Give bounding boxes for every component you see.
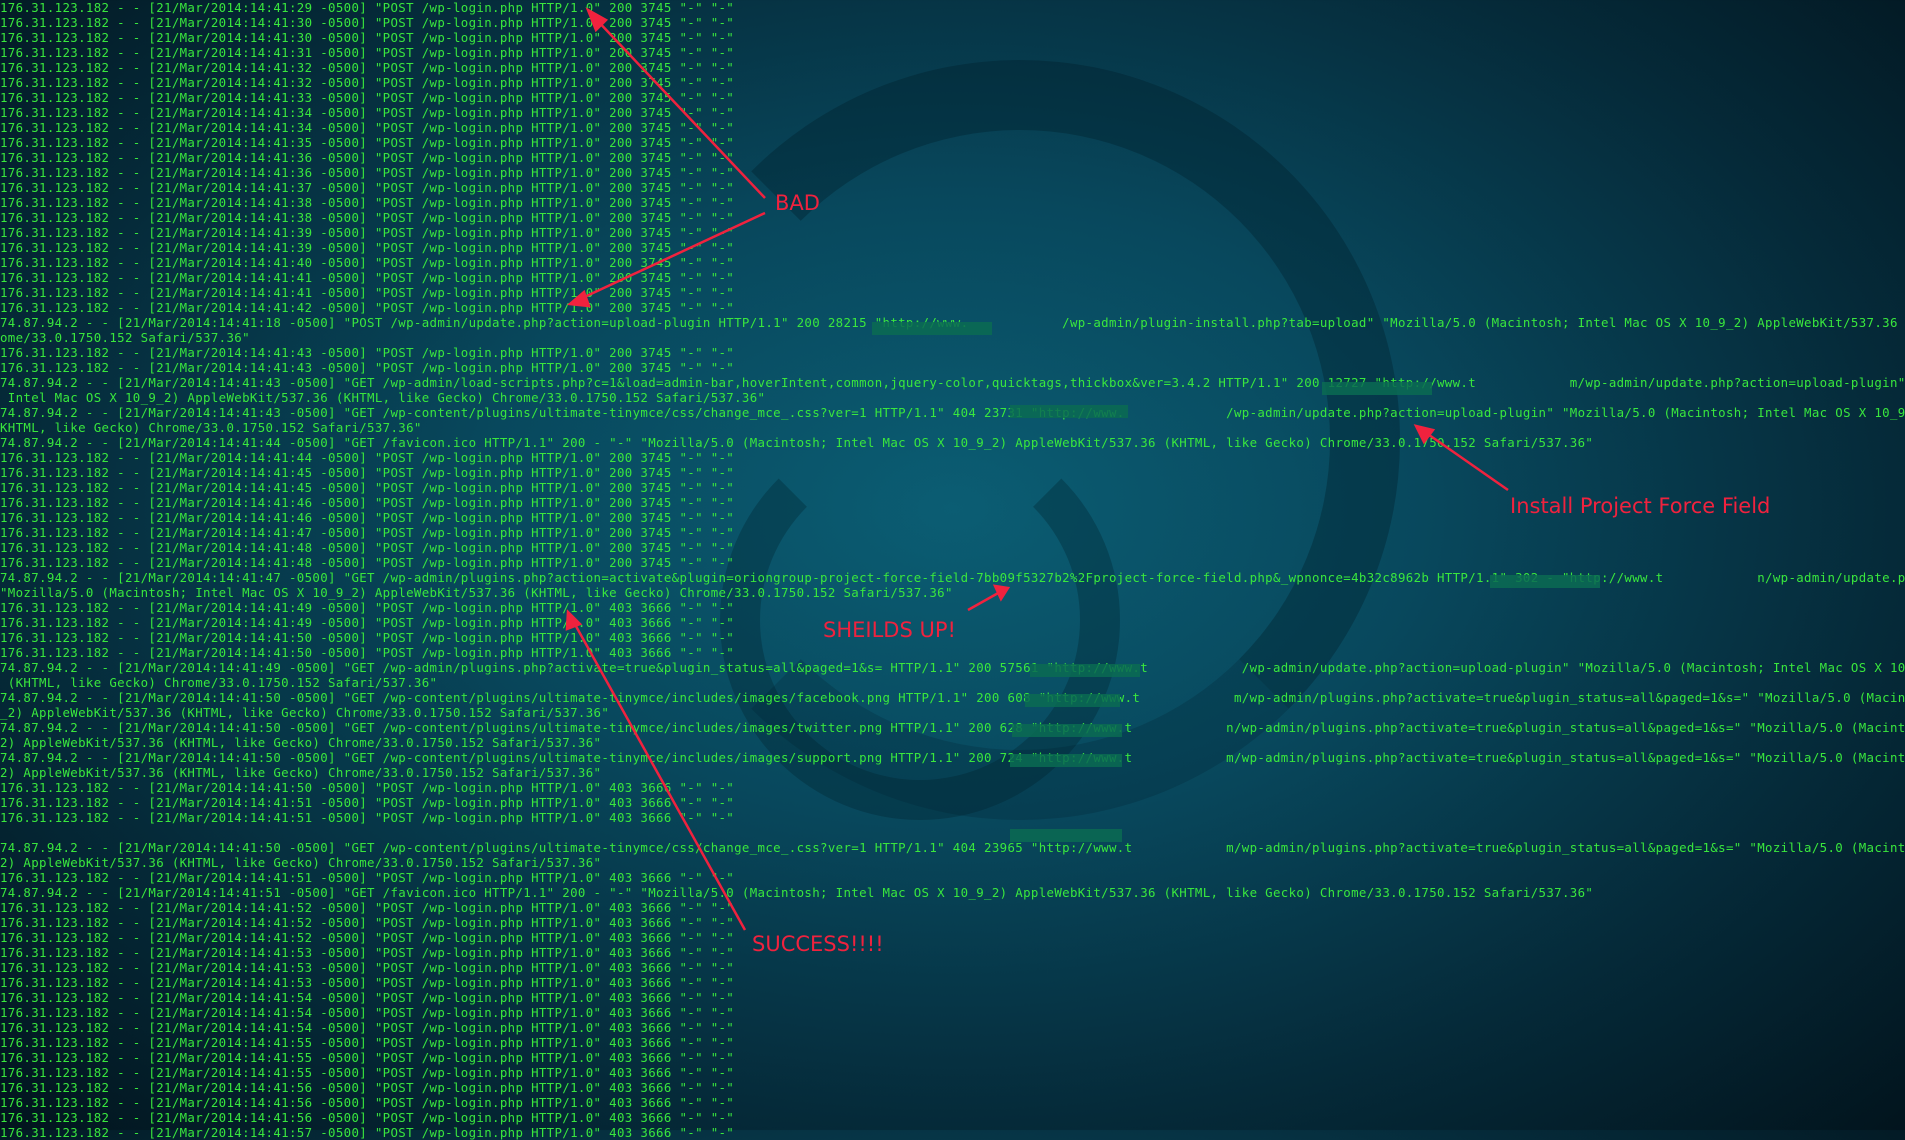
shields-arrow-head <box>992 584 1011 602</box>
annotation-shields-up: SHEILDS UP! <box>823 618 956 642</box>
bad-arrow-down-head <box>566 289 591 308</box>
annotation-install-project-force-field: Install Project Force Field <box>1510 494 1771 518</box>
bad-arrow-up <box>593 16 766 199</box>
annotation-arrows <box>565 7 1509 931</box>
annotation-bad: BAD <box>775 191 820 215</box>
success-arrow-head <box>565 609 583 631</box>
success-arrow <box>570 618 747 931</box>
shields-arrow <box>967 590 1001 612</box>
install-arrow <box>1421 428 1509 492</box>
terminal-window: 176.31.123.182 - - [21/Mar/2014:14:41:29… <box>0 0 1905 1140</box>
annotation-success: SUCCESS!!!! <box>752 932 884 956</box>
bad-arrow-down <box>577 211 766 302</box>
install-arrow-head <box>1413 424 1436 445</box>
